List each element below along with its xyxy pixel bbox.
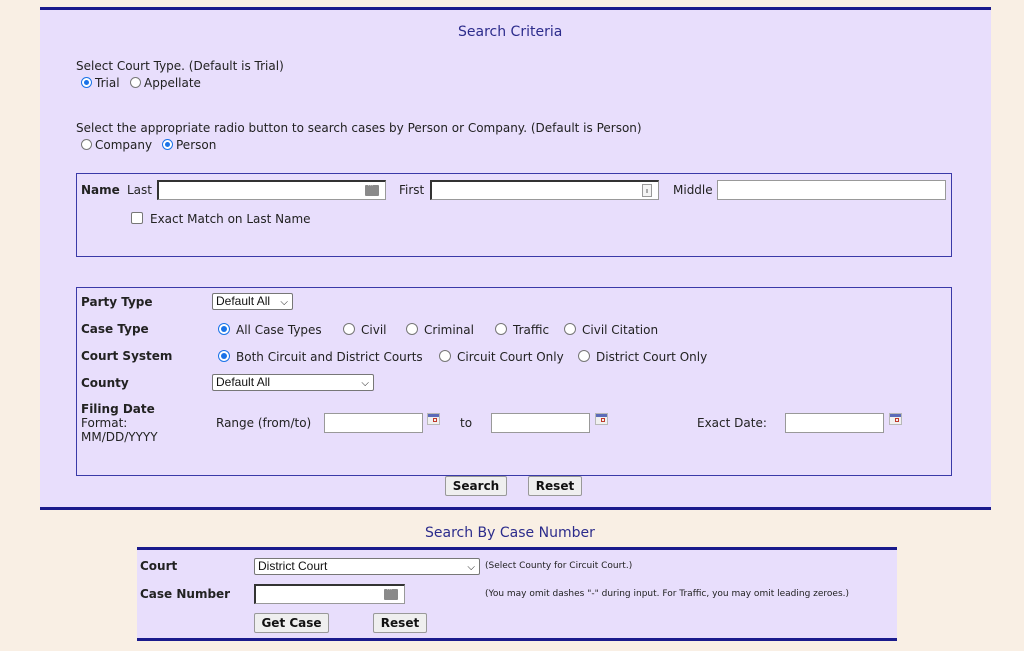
- calendar-icon[interactable]: [889, 413, 902, 425]
- radio-icon[interactable]: [564, 323, 576, 335]
- exact-match-label: Exact Match on Last Name: [150, 212, 311, 226]
- date-format-value: MM/DD/YYYY: [81, 430, 158, 444]
- case-type-label: Case Type: [81, 322, 149, 336]
- radio-icon[interactable]: [81, 77, 92, 88]
- radio-icon[interactable]: [81, 139, 92, 150]
- county-select[interactable]: Default All ⌵: [212, 374, 374, 391]
- autofill-icon[interactable]: [642, 184, 652, 197]
- date-format-label: Format:: [81, 416, 128, 430]
- last-name-input[interactable]: [157, 180, 386, 200]
- radio-icon[interactable]: [343, 323, 355, 335]
- radio-icon[interactable]: [218, 350, 230, 362]
- range-label: Range (from/to): [216, 416, 312, 430]
- radio-icon[interactable]: [162, 139, 173, 150]
- get-case-button[interactable]: Get Case: [254, 613, 329, 633]
- case-type-criminal-radio[interactable]: Criminal: [406, 323, 474, 337]
- case-number-hint: (You may omit dashes "-" during input. F…: [485, 589, 850, 599]
- radio-icon[interactable]: [406, 323, 418, 335]
- court-system-both-radio[interactable]: Both Circuit and District Courts: [218, 350, 423, 364]
- chevron-down-icon: ⌵: [361, 378, 369, 389]
- radio-icon[interactable]: [130, 77, 141, 88]
- chevron-down-icon: ⌵: [280, 297, 288, 308]
- party-type-label: Party Type: [81, 295, 153, 309]
- entity-type-person-radio[interactable]: Person: [162, 138, 216, 152]
- reset-button[interactable]: Reset: [528, 476, 582, 496]
- case-number-search-title: Search By Case Number: [425, 525, 595, 541]
- case-type-civil-citation-radio[interactable]: Civil Citation: [564, 323, 658, 337]
- case-type-traffic-radio[interactable]: Traffic: [495, 323, 549, 337]
- search-criteria-title: Search Criteria: [458, 24, 563, 40]
- case-reset-button[interactable]: Reset: [373, 613, 427, 633]
- last-name-label: Last: [127, 183, 152, 197]
- radio-icon[interactable]: [495, 323, 507, 335]
- entity-type-company-radio[interactable]: Company: [81, 138, 152, 152]
- case-number-label: Case Number: [140, 587, 231, 601]
- middle-name-label: Middle: [673, 183, 713, 197]
- chevron-down-icon: ⌵: [467, 562, 475, 573]
- keyboard-icon[interactable]: [365, 181, 379, 196]
- calendar-icon[interactable]: [427, 413, 440, 425]
- exact-match-checkbox[interactable]: [131, 212, 143, 224]
- keyboard-icon[interactable]: [384, 585, 398, 600]
- case-type-all-radio[interactable]: All Case Types: [218, 323, 322, 337]
- filters-fieldset: [76, 287, 952, 476]
- court-system-label: Court System: [81, 349, 173, 363]
- court-hint: (Select County for Circuit Court.): [485, 561, 633, 571]
- name-label: Name: [81, 183, 120, 197]
- radio-icon[interactable]: [578, 350, 590, 362]
- case-type-civil-radio[interactable]: Civil: [343, 323, 386, 337]
- exact-date-input[interactable]: [785, 413, 884, 433]
- court-type-appellate-radio[interactable]: Appellate: [130, 76, 201, 90]
- date-to-input[interactable]: [491, 413, 590, 433]
- first-name-label: First: [399, 183, 425, 197]
- search-button[interactable]: Search: [445, 476, 507, 496]
- court-system-circuit-radio[interactable]: Circuit Court Only: [439, 350, 564, 364]
- first-name-input[interactable]: [430, 180, 659, 200]
- middle-name-input[interactable]: [717, 180, 946, 200]
- court-label: Court: [140, 559, 178, 573]
- entity-type-prompt: Select the appropriate radio button to s…: [76, 121, 642, 135]
- party-type-select[interactable]: Default All ⌵: [212, 293, 293, 310]
- court-type-prompt: Select Court Type. (Default is Trial): [76, 59, 284, 73]
- court-type-trial-radio[interactable]: Trial: [81, 76, 120, 90]
- radio-icon[interactable]: [218, 323, 230, 335]
- date-from-input[interactable]: [324, 413, 423, 433]
- case-number-input[interactable]: [254, 584, 405, 604]
- filing-date-label: Filing Date: [81, 402, 155, 416]
- court-system-district-radio[interactable]: District Court Only: [578, 350, 707, 364]
- court-select[interactable]: District Court ⌵: [254, 558, 480, 575]
- county-label: County: [81, 376, 129, 390]
- to-label: to: [460, 416, 473, 430]
- radio-icon[interactable]: [439, 350, 451, 362]
- calendar-icon[interactable]: [595, 413, 608, 425]
- exact-date-label: Exact Date:: [697, 416, 767, 430]
